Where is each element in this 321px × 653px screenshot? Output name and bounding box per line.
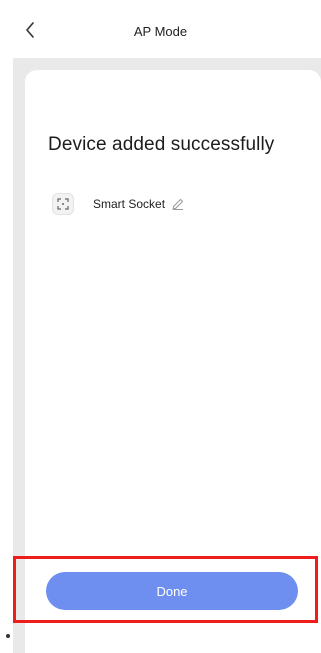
- success-heading: Device added successfully: [48, 134, 275, 155]
- device-item: Smart Socket: [52, 192, 185, 216]
- nav-bar: AP Mode: [0, 0, 321, 58]
- device-name: Smart Socket: [93, 197, 166, 211]
- result-card: [25, 70, 321, 653]
- page-title: AP Mode: [133, 24, 188, 39]
- smart-socket-icon: [52, 193, 74, 215]
- done-button[interactable]: Done: [46, 572, 298, 610]
- pencil-icon[interactable]: [171, 197, 185, 211]
- marker-dot: [6, 634, 10, 638]
